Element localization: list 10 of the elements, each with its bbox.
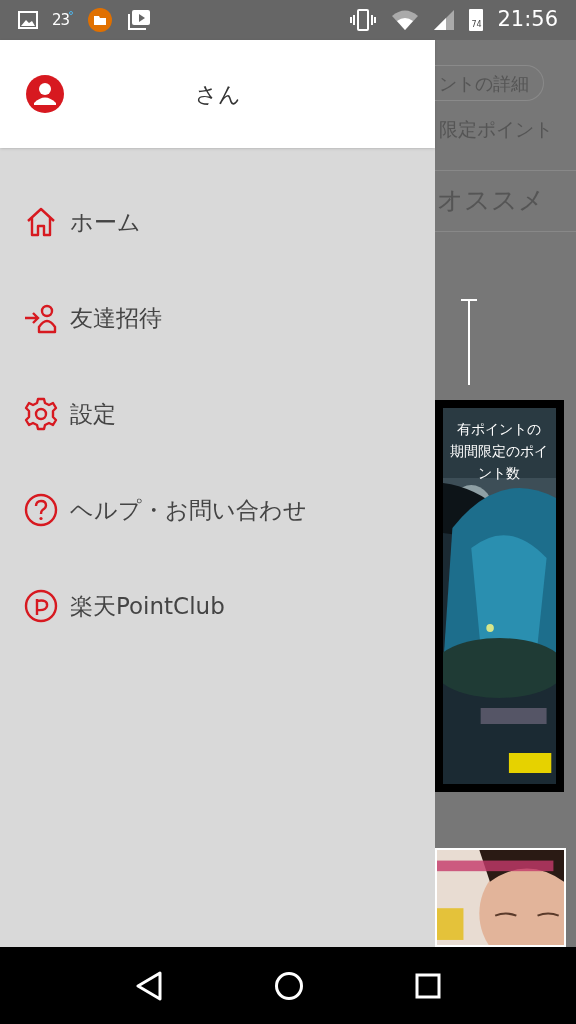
user-name: さん — [193, 80, 242, 109]
battery-icon: 74 — [469, 9, 484, 31]
tooltip-text: 有ポイントの 期間限定のポイ ント数 — [450, 420, 548, 483]
menu-item[interactable]: ヘルプ・お問い合わせ — [70, 492, 307, 528]
menu-item[interactable]: ホーム — [70, 204, 141, 240]
temperature-text: 23 — [52, 9, 70, 31]
menu-item[interactable]: 友達招待 — [70, 300, 162, 336]
clock-text: 21:56 — [497, 6, 558, 34]
menu-item[interactable]: 設定 — [70, 396, 116, 432]
menu-item[interactable]: 楽天PointClub — [70, 588, 225, 624]
